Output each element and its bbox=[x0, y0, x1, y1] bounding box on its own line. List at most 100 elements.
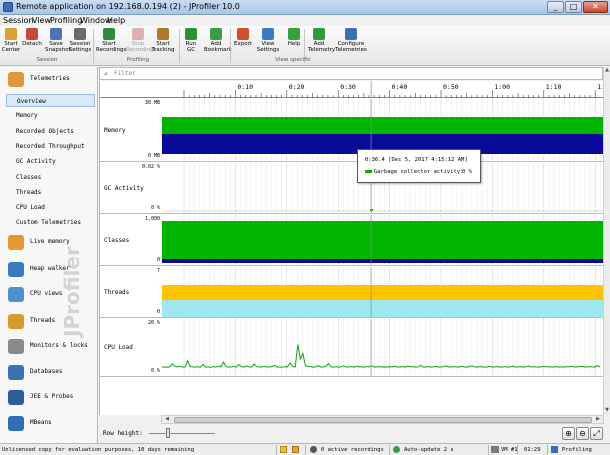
sidebar-item-memory[interactable]: Memory bbox=[6, 109, 95, 122]
search-icon: ⌕ bbox=[104, 70, 108, 78]
lane-cpu-load[interactable]: CPU Load 20 % 0 % bbox=[100, 319, 604, 377]
telemetry-overview: 0:100:200:300:400:501:001:101:20 Memory3… bbox=[99, 81, 604, 415]
zoom-in-icon[interactable]: ⊕ bbox=[562, 427, 575, 440]
autoupdate-status[interactable]: Auto-update 2 s bbox=[404, 447, 454, 453]
detach-button[interactable]: Detach bbox=[22, 28, 42, 56]
sidebar-category-label: Telemetries bbox=[30, 75, 70, 82]
toolbar-button-label: Detach bbox=[22, 41, 42, 47]
add-bookmark-button[interactable]: Add Bookmark bbox=[204, 28, 232, 56]
sidebar-category-live-memory[interactable]: Live memory bbox=[0, 231, 97, 253]
sidebar-category-telemetries[interactable]: Telemetries bbox=[0, 68, 97, 90]
gc-activity-mark bbox=[370, 209, 374, 211]
zoom-fit-icon[interactable]: ⤢ bbox=[590, 427, 603, 440]
lane-plot bbox=[162, 267, 604, 317]
window-title: Remote application on 192.168.0.194 (2) … bbox=[16, 2, 240, 11]
save-snapshot-button[interactable]: Save Snapshot bbox=[45, 28, 71, 56]
menu-view[interactable]: View bbox=[32, 16, 51, 25]
threads-icon bbox=[8, 314, 24, 329]
lane-memory[interactable]: Memory 30 MB 0 MB bbox=[100, 99, 604, 162]
toolbar-button-label: Start Recordings bbox=[96, 41, 127, 53]
cpu-load-line bbox=[162, 344, 601, 368]
menu-profiling[interactable]: Profiling bbox=[50, 16, 82, 25]
close-button[interactable]: ✕ bbox=[583, 1, 608, 13]
scroll-left-arrow-icon[interactable]: ◀ bbox=[163, 416, 171, 423]
autoupdate-icon[interactable] bbox=[393, 446, 400, 453]
sidebar-item-classes[interactable]: Classes bbox=[6, 171, 95, 184]
configure-telemetries-button[interactable]: Configure Telemetries bbox=[334, 28, 368, 56]
ruler-tick-label: 1:10 bbox=[546, 83, 562, 91]
run-gc-button[interactable]: Run GC bbox=[181, 28, 201, 56]
sidebar-item-gc-activity[interactable]: GC Activity bbox=[6, 155, 95, 168]
time-ruler: 0:100:200:300:400:501:001:101:20 bbox=[100, 81, 604, 98]
toolbar-button-label: Add Telemetry bbox=[308, 41, 336, 53]
sidebar-item-threads[interactable]: Threads bbox=[6, 186, 95, 199]
detach-icon bbox=[26, 28, 38, 40]
ruler-tick-label: 0:50 bbox=[443, 83, 459, 91]
status-separator bbox=[389, 445, 390, 455]
axis-top-label: 1,000 bbox=[144, 216, 160, 222]
toolbar-button-label: Start Tracking bbox=[151, 41, 175, 53]
sidebar-category-monitors-locks[interactable]: Monitors & locks bbox=[0, 335, 97, 357]
lane-gc-activity[interactable]: GC Activity 0.02 % 0 % bbox=[100, 163, 604, 214]
sidebar: JProfiler Telemetries Live memory Heap wal… bbox=[0, 67, 98, 443]
menu-session[interactable]: Session bbox=[3, 16, 34, 25]
warning-icon bbox=[292, 446, 299, 453]
toolbar-group-label: View specific bbox=[275, 57, 311, 63]
sidebar-category-jee-probes[interactable]: JEE & Probes bbox=[0, 386, 97, 408]
lane-label: GC Activity bbox=[104, 184, 144, 192]
vertical-scrollbar[interactable]: ▲ ▼ bbox=[603, 67, 610, 415]
axis-bottom-label: 0 bbox=[156, 309, 160, 315]
configure-telemetries-icon bbox=[345, 28, 357, 40]
toolbar-button-label: Add Bookmark bbox=[204, 41, 232, 53]
sidebar-item-cpu-load[interactable]: CPU Load bbox=[6, 201, 95, 214]
lane-threads[interactable]: Threads 7 0 bbox=[100, 267, 604, 318]
sidebar-item-recorded-objects[interactable]: Recorded Objects bbox=[6, 125, 95, 138]
tooltip-value: 0 % bbox=[462, 169, 472, 175]
row-height-slider[interactable] bbox=[166, 428, 170, 438]
sidebar-item-overview[interactable]: Overview bbox=[6, 94, 95, 107]
view-settings-button[interactable]: View Settings bbox=[255, 28, 281, 56]
lane-classes[interactable]: Classes 1,000 0 bbox=[100, 215, 604, 266]
lane-label: Classes bbox=[104, 236, 130, 244]
export-button[interactable]: Export bbox=[233, 28, 253, 56]
sidebar-category-threads[interactable]: Threads bbox=[0, 310, 97, 332]
sidebar-category-cpu-views[interactable]: CPU views bbox=[0, 283, 97, 305]
lane-label: Memory bbox=[104, 126, 126, 134]
sidebar-category-heap-walker[interactable]: Heap walker bbox=[0, 258, 97, 280]
lane-label: CPU Load bbox=[104, 344, 133, 351]
monitors-locks-icon bbox=[8, 339, 24, 354]
help-button[interactable]: Help bbox=[285, 28, 303, 56]
toolbar-button-label: Save Snapshot bbox=[45, 41, 71, 53]
zoom-out-icon[interactable]: ⊖ bbox=[576, 427, 589, 440]
menu-help[interactable]: Help bbox=[107, 16, 125, 25]
sidebar-item-custom-telemetries[interactable]: Custom Telemetries bbox=[6, 216, 95, 229]
scroll-up-arrow-icon[interactable]: ▲ bbox=[604, 67, 610, 74]
vm-status: VM #1 bbox=[501, 447, 518, 453]
status-separator bbox=[488, 445, 489, 455]
start-tracking-button[interactable]: Start Tracking bbox=[150, 28, 176, 56]
sidebar-category-databases[interactable]: Databases bbox=[0, 361, 97, 383]
toolbar-button-label: Export bbox=[233, 41, 252, 47]
stop-recordings-button[interactable]: Stop Recordings bbox=[126, 28, 156, 56]
toolbar-button-label: Run GC bbox=[185, 41, 197, 53]
start-center-button[interactable]: Start Center bbox=[1, 28, 21, 56]
cpu-views-icon bbox=[8, 287, 24, 302]
axis-bottom-label: 0 bbox=[156, 257, 160, 263]
minimize-button[interactable]: _ bbox=[547, 1, 564, 13]
flag-icon bbox=[280, 446, 287, 453]
scroll-right-arrow-icon[interactable]: ▶ bbox=[594, 416, 602, 423]
sidebar-item-recorded-throughput[interactable]: Recorded Throughput bbox=[6, 140, 95, 153]
maximize-button[interactable]: □ bbox=[565, 1, 582, 13]
ruler-tick-label: 0:10 bbox=[237, 83, 253, 91]
filter-field[interactable]: ⌕ Filter bbox=[99, 67, 603, 80]
sidebar-category-mbeans[interactable]: MBeans bbox=[0, 412, 97, 434]
toolbar-group-label: Profiling bbox=[126, 57, 150, 63]
horizontal-scroll-thumb[interactable] bbox=[174, 417, 592, 423]
start-recordings-button[interactable]: Start Recordings bbox=[96, 28, 126, 56]
profiling-icon bbox=[551, 446, 558, 453]
session-settings-button[interactable]: Session Settings bbox=[68, 28, 92, 56]
add-telemetry-button[interactable]: Add Telemetry bbox=[308, 28, 335, 56]
scroll-down-arrow-icon[interactable]: ▼ bbox=[604, 407, 610, 414]
toolbar: Start Center Detach Save Snapshot Session S… bbox=[0, 26, 610, 66]
horizontal-scrollbar[interactable]: ◀ ▶ bbox=[161, 415, 604, 424]
